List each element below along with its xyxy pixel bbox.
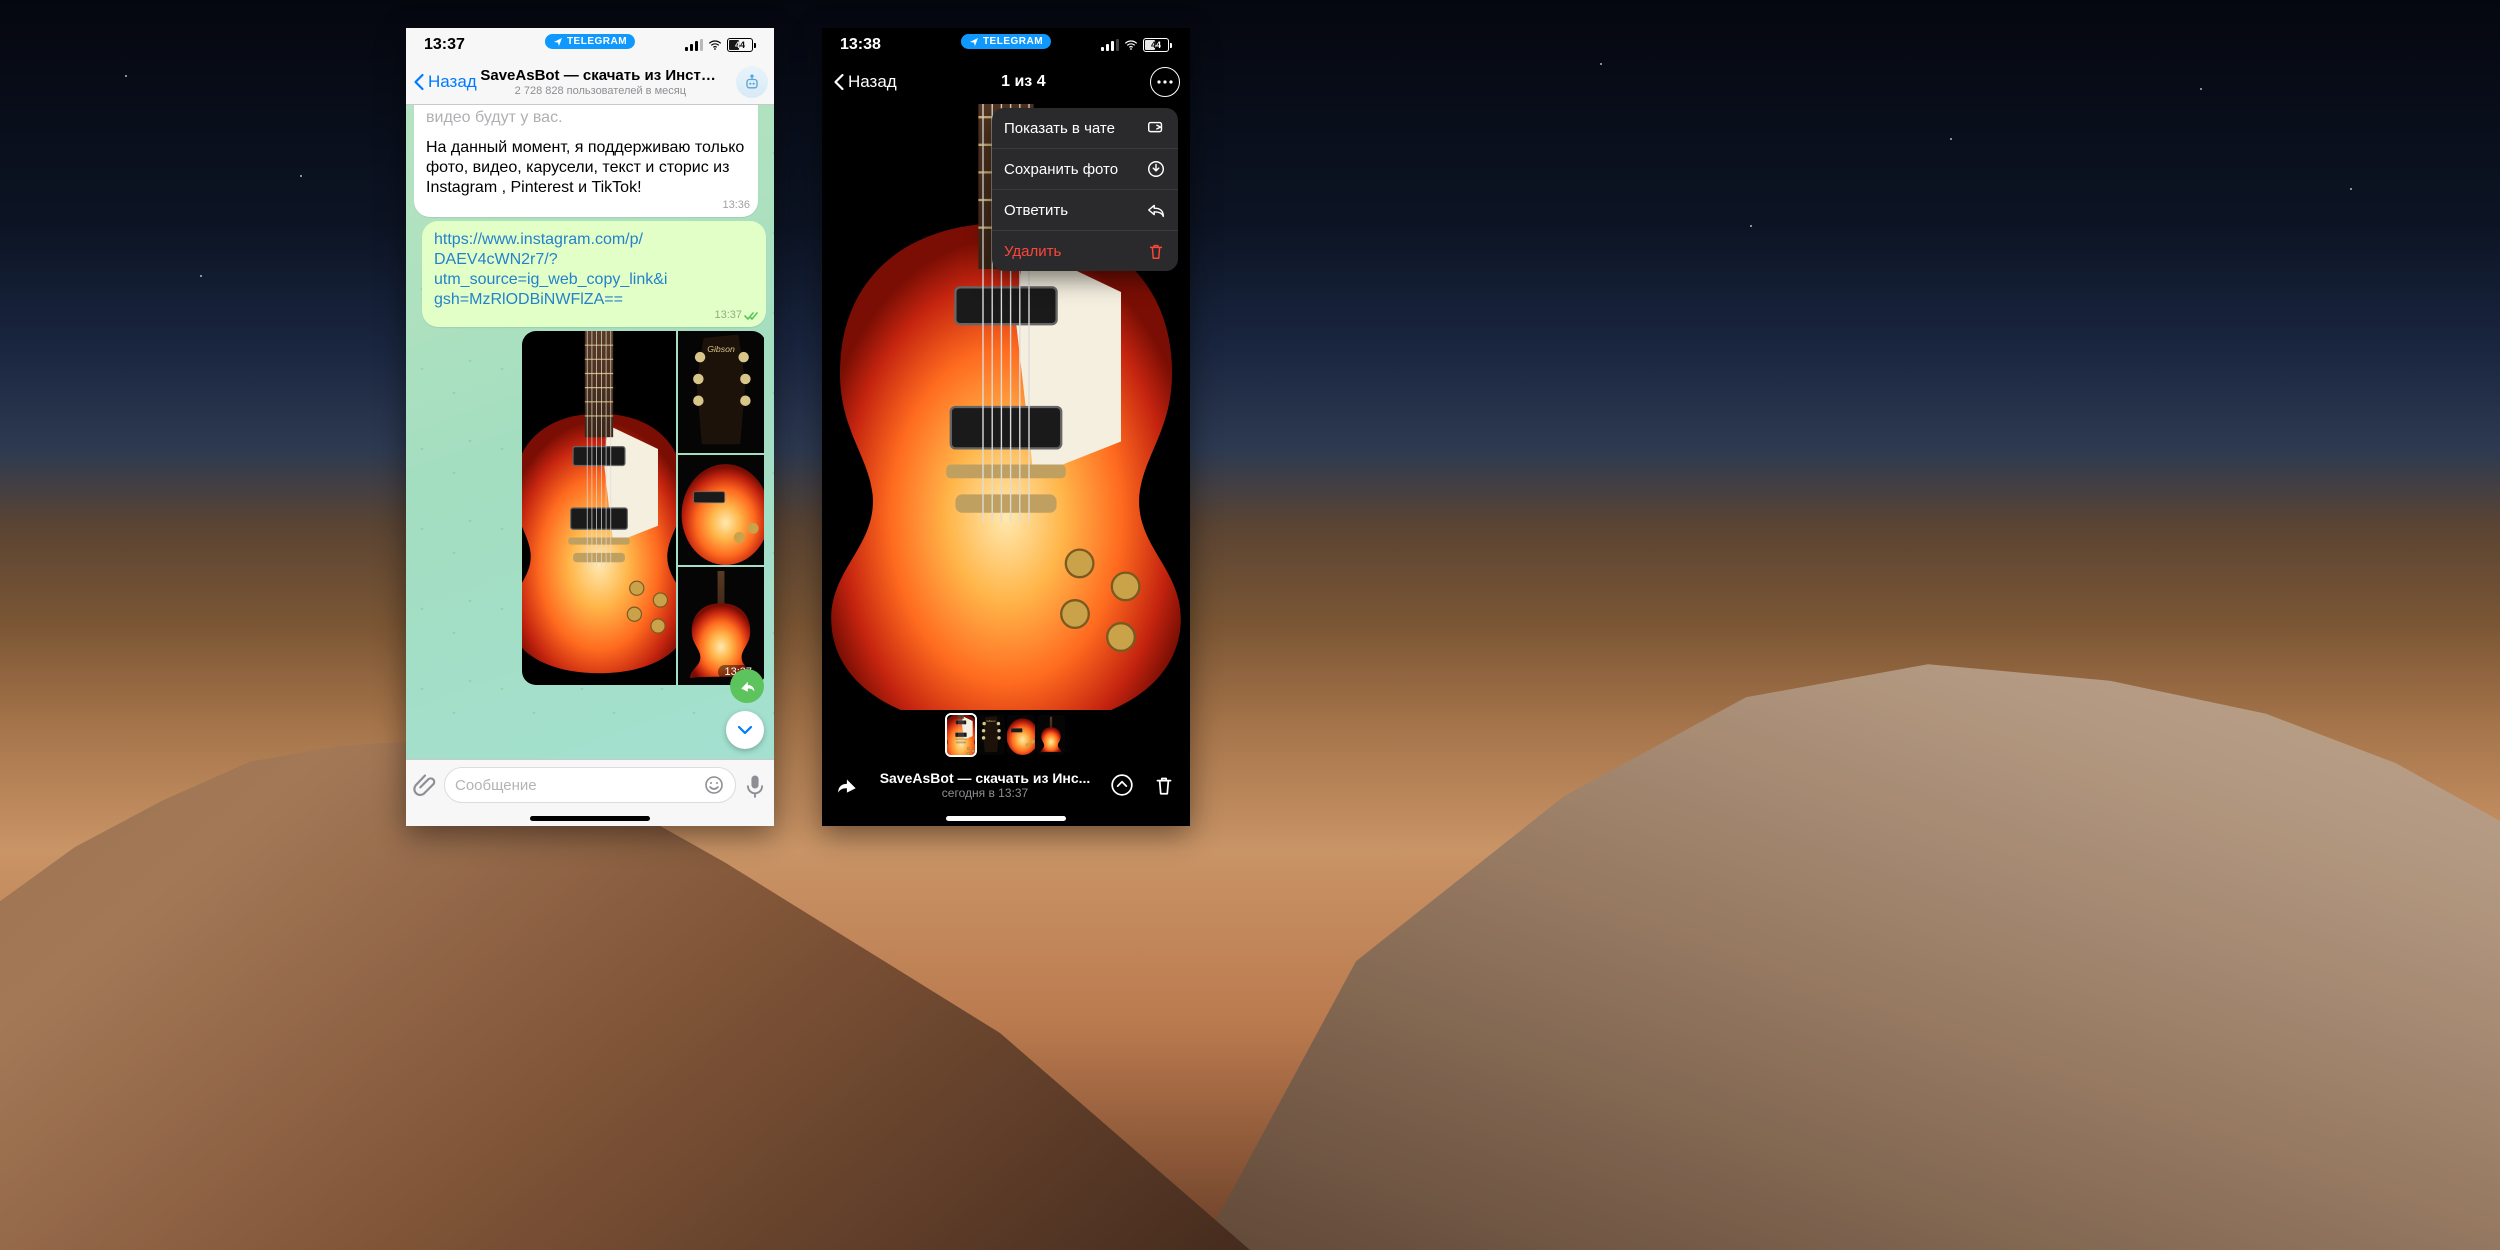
media-thumb-3[interactable] bbox=[678, 455, 764, 565]
bot-avatar[interactable] bbox=[736, 66, 768, 98]
menu-label: Ответить bbox=[1004, 202, 1068, 219]
media-header: Назад 1 из 4 bbox=[822, 60, 1190, 104]
status-right-icons: 44 bbox=[685, 38, 756, 52]
ts-text: 13:37 bbox=[714, 309, 742, 323]
link-line: utm_source=ig_web_copy_link&i bbox=[434, 271, 667, 288]
guitar-angle-image bbox=[678, 455, 764, 565]
link-line: DAEV4cWN2r7/? bbox=[434, 251, 558, 268]
msg-body: На данный момент, я поддерживаю только ф… bbox=[426, 138, 746, 198]
forward-icon bbox=[738, 677, 756, 695]
menu-reply[interactable]: Ответить bbox=[992, 190, 1178, 231]
context-menu: Показать в чате Сохранить фото Ответить … bbox=[992, 108, 1178, 271]
phone-screenshot-media-viewer: 13:38 TELEGRAM 44 Назад 1 из 4 bbox=[822, 28, 1190, 826]
chat-header: Назад SaveAsBot — скачать из Инста... 2 … bbox=[406, 60, 774, 105]
desktop-wallpaper: 13:37 TELEGRAM 44 Назад SaveAsBot — скач… bbox=[0, 0, 2500, 1250]
menu-label: Показать в чате bbox=[1004, 120, 1115, 137]
back-button[interactable]: Назад bbox=[832, 72, 897, 92]
media-counter: 1 из 4 bbox=[1001, 73, 1045, 91]
ellipsis-icon bbox=[1157, 80, 1173, 84]
menu-show-in-chat[interactable]: Показать в чате bbox=[992, 108, 1178, 149]
chat-title: SaveAsBot — скачать из Инста... bbox=[480, 67, 720, 84]
share-button[interactable] bbox=[836, 773, 860, 797]
forward-fab[interactable] bbox=[730, 669, 764, 703]
battery-pct: 44 bbox=[735, 40, 745, 50]
chat-subtitle: 2 728 828 пользователей в месяц bbox=[465, 85, 736, 97]
goto-chat-icon bbox=[1146, 118, 1166, 138]
menu-label: Сохранить фото bbox=[1004, 161, 1118, 178]
plane-icon bbox=[969, 37, 979, 47]
battery-icon: 44 bbox=[727, 38, 756, 52]
guitar-head-image bbox=[678, 331, 764, 453]
pill-label: TELEGRAM bbox=[567, 36, 627, 47]
thumb-4[interactable] bbox=[1037, 715, 1065, 755]
msg-timestamp: 13:36 bbox=[722, 199, 750, 213]
pill-label: TELEGRAM bbox=[983, 36, 1043, 47]
status-bar: 13:37 TELEGRAM 44 bbox=[406, 28, 774, 60]
wifi-icon bbox=[1123, 39, 1139, 51]
chat-title-block[interactable]: SaveAsBot — скачать из Инста... 2 728 82… bbox=[465, 67, 736, 97]
menu-save-photo[interactable]: Сохранить фото bbox=[992, 149, 1178, 190]
guitar-front-image bbox=[522, 331, 676, 685]
scroll-to-bottom-button[interactable] bbox=[726, 711, 764, 749]
thumb-3[interactable] bbox=[1007, 715, 1035, 755]
cellular-icon bbox=[1101, 39, 1119, 51]
status-bar: 13:38 TELEGRAM 44 bbox=[822, 28, 1190, 60]
thumbnail-strip bbox=[822, 710, 1190, 760]
status-right-icons: 44 bbox=[1101, 38, 1172, 52]
menu-delete[interactable]: Удалить bbox=[992, 231, 1178, 271]
footer-title: SaveAsBot — скачать из Инс... bbox=[880, 770, 1091, 786]
battery-icon: 44 bbox=[1143, 38, 1172, 52]
home-indicator bbox=[406, 810, 774, 826]
chevron-left-icon bbox=[412, 72, 426, 92]
message-input[interactable]: Сообщение bbox=[444, 767, 736, 803]
battery-pct: 44 bbox=[1151, 40, 1161, 50]
reply-icon bbox=[1146, 200, 1166, 220]
attach-icon[interactable] bbox=[412, 772, 438, 798]
chevron-down-icon bbox=[735, 720, 755, 740]
bot-message-partial[interactable]: видео будут у вас. На данный момент, я п… bbox=[414, 105, 758, 217]
scroll-to-message-button[interactable] bbox=[1110, 773, 1134, 797]
status-time: 13:37 bbox=[424, 36, 465, 54]
phone-screenshot-chat: 13:37 TELEGRAM 44 Назад SaveAsBot — скач… bbox=[406, 28, 774, 826]
telegram-pill[interactable]: TELEGRAM bbox=[961, 34, 1051, 49]
status-time: 13:38 bbox=[840, 36, 881, 54]
back-label: Назад bbox=[848, 72, 897, 92]
trash-icon bbox=[1146, 241, 1166, 261]
input-bar: Сообщение bbox=[406, 759, 774, 810]
menu-label: Удалить bbox=[1004, 243, 1061, 260]
chat-background: видео будут у вас. На данный момент, я п… bbox=[406, 105, 774, 759]
home-indicator bbox=[822, 810, 1190, 826]
download-icon bbox=[1146, 159, 1166, 179]
user-message-link[interactable]: https://www.instagram.com/p/ DAEV4cWN2r7… bbox=[422, 221, 766, 327]
wifi-icon bbox=[707, 39, 723, 51]
media-viewer[interactable]: Показать в чате Сохранить фото Ответить … bbox=[822, 104, 1190, 760]
input-placeholder: Сообщение bbox=[455, 777, 537, 794]
media-thumb-1[interactable] bbox=[522, 331, 676, 685]
msg-timestamp: 13:37 bbox=[714, 309, 758, 323]
cellular-icon bbox=[685, 39, 703, 51]
msg-cut-line: видео будут у вас. bbox=[426, 108, 746, 128]
telegram-pill[interactable]: TELEGRAM bbox=[545, 34, 635, 49]
plane-icon bbox=[553, 37, 563, 47]
chevron-left-icon bbox=[832, 72, 846, 92]
media-album[interactable]: 13:37 bbox=[522, 331, 766, 685]
instagram-link[interactable]: https://www.instagram.com/p/ DAEV4cWN2r7… bbox=[434, 231, 667, 308]
mic-icon[interactable] bbox=[742, 772, 768, 798]
thumb-2[interactable] bbox=[977, 715, 1005, 755]
delete-button[interactable] bbox=[1152, 773, 1176, 797]
robot-icon bbox=[742, 72, 762, 92]
link-line: gsh=MzRlODBiNWFlZA== bbox=[434, 291, 623, 308]
footer-caption: SaveAsBot — скачать из Инс... сегодня в … bbox=[880, 770, 1091, 800]
read-check-icon bbox=[744, 311, 758, 321]
footer-subtitle: сегодня в 13:37 bbox=[880, 786, 1091, 800]
thumb-1[interactable] bbox=[947, 715, 975, 755]
media-thumb-2[interactable] bbox=[678, 331, 764, 453]
viewer-footer: SaveAsBot — скачать из Инс... сегодня в … bbox=[822, 760, 1190, 810]
chat-scroll[interactable]: видео будут у вас. На данный момент, я п… bbox=[406, 105, 774, 759]
link-line: https://www.instagram.com/p/ bbox=[434, 231, 643, 248]
more-button[interactable] bbox=[1150, 67, 1180, 97]
landscape-rock-right bbox=[1200, 425, 2500, 1250]
sticker-icon[interactable] bbox=[703, 774, 725, 796]
